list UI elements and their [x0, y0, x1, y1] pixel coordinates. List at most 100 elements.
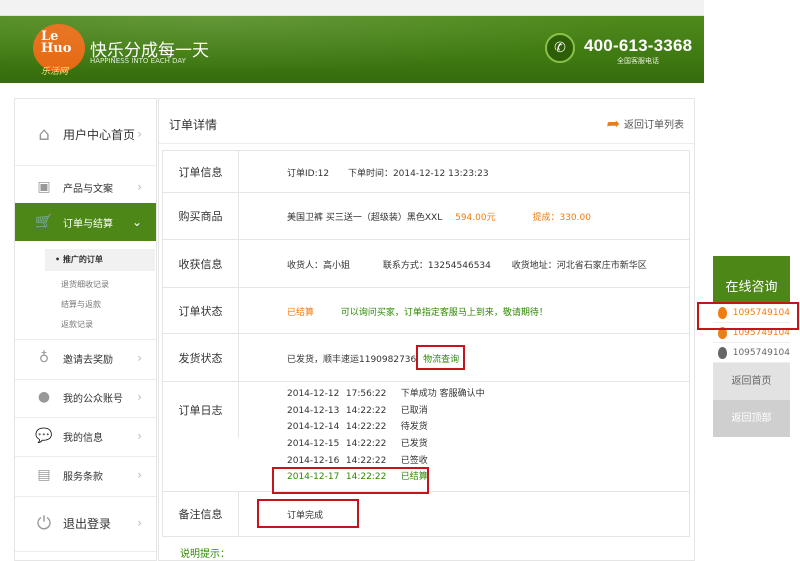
- status-note: 可以询问买家，订单指定客服马上到来，敬请期待！: [340, 308, 548, 318]
- log-entry: 2014-12-14 14:22:22 待发货: [287, 419, 485, 436]
- sidebar-item-label: 退出登录: [63, 516, 112, 531]
- hotline-caption: 全国客服电话: [617, 57, 659, 65]
- row-label: 订单信息: [163, 151, 239, 192]
- row-remark: 备注信息 订单完成: [163, 492, 689, 536]
- cart-icon: 🛒: [35, 214, 53, 230]
- goods-content: 美国卫裤 买三送一（超级装）黑色XXL 594.00元 提成：330.00: [287, 210, 591, 223]
- user-icon: ●: [37, 389, 51, 405]
- log-time: 14:22:22: [345, 439, 387, 450]
- log-date: 2014-12-12: [287, 389, 340, 399]
- order-info-content: 订单ID:12 下单时间：2014-12-12 13:23:23: [287, 166, 489, 179]
- sidebar-item-label: 用户中心首页: [63, 127, 136, 142]
- slogan-english: HAPPINESS INTO EACH DAY: [90, 57, 186, 65]
- chevron-down-icon: ⌄: [131, 215, 142, 229]
- site-header: Le Huo 乐活网 快乐分成每一天 HAPPINESS INTO EACH D…: [0, 16, 704, 83]
- sidebar-subitem-rebates[interactable]: 返款记录: [61, 319, 151, 330]
- status-content: 已结算 可以询问买家，订单指定客服马上到来，敬请期待！: [287, 305, 548, 318]
- sidebar-item-orders[interactable]: 🛒 订单与结算 ⌄: [15, 203, 156, 241]
- back-to-order-list-link[interactable]: ➦ 返回订单列表: [606, 113, 684, 133]
- row-label: 购买商品: [163, 193, 239, 239]
- back-to-home-button[interactable]: 返回首页: [713, 363, 790, 400]
- page-title: 订单详情: [169, 118, 218, 132]
- row-order-status: 订单状态 已结算 可以询问买家，订单指定客服马上到来，敬请期待！: [163, 288, 689, 334]
- sidebar-item-label: 订单与结算: [63, 218, 113, 230]
- divider: [15, 551, 156, 552]
- log-time: 17:56:22: [345, 389, 387, 399]
- goods-commission: 提成：330.00: [532, 213, 591, 223]
- receiver-contact: 联系方式：13254546534: [382, 261, 491, 271]
- chevron-right-icon: ›: [137, 390, 142, 404]
- slogan: 快乐分成每一天: [90, 41, 209, 61]
- row-goods: 购买商品 美国卫裤 买三送一（超级装）黑色XXL 594.00元 提成：330.…: [163, 193, 689, 240]
- sidebar-item-products[interactable]: ▣ 产品与文案 ›: [15, 173, 156, 201]
- chevron-right-icon: ›: [137, 468, 142, 482]
- order-id: 订单ID:12: [287, 169, 330, 179]
- chevron-right-icon: ›: [137, 516, 142, 530]
- back-link-label: 返回订单列表: [624, 120, 684, 131]
- phone-icon: ✆: [545, 33, 575, 63]
- consult-title: 在线咨询: [713, 256, 790, 303]
- sidebar-item-info[interactable]: 💬 我的信息 ›: [15, 421, 156, 451]
- top-strip: [0, 0, 704, 16]
- sidebar-item-account[interactable]: ● 我的公众账号 ›: [15, 382, 156, 412]
- row-label: 订单状态: [163, 288, 239, 333]
- chevron-right-icon: ›: [137, 429, 142, 443]
- sidebar-item-terms[interactable]: ▤ 服务条款 ›: [15, 460, 156, 490]
- sidebar-item-invite[interactable]: ♁ 邀请去奖励 ›: [15, 343, 156, 373]
- sidebar-item-label: 我的信息: [63, 432, 103, 444]
- logo[interactable]: [33, 24, 85, 72]
- sidebar-subitem-promoted-orders[interactable]: • 推广的订单: [45, 249, 155, 271]
- chat-icon: 💬: [35, 428, 53, 444]
- sidebar-item-label: 产品与文案: [63, 183, 113, 195]
- log-date: 2014-12-14: [287, 422, 340, 433]
- receiver-content: 收货人：高小姐 联系方式：13254546534 收货地址：河北省石家庄市新华区: [287, 258, 647, 271]
- sidebar-item-home[interactable]: ⌂ 用户中心首页 ›: [15, 109, 156, 159]
- award-icon: ♁: [38, 350, 50, 366]
- online-consult-panel: 在线咨询 1095749104 1095749104 1095749104 返回…: [713, 256, 790, 437]
- highlight-box-tracking: [416, 345, 465, 370]
- row-order-info: 订单信息 订单ID:12 下单时间：2014-12-12 13:23:23: [163, 151, 689, 193]
- divider: [15, 417, 156, 418]
- power-icon: ⏻: [36, 512, 52, 534]
- logo-line1: Le: [41, 29, 59, 44]
- divider: [15, 379, 156, 380]
- sidebar-subitem-returns[interactable]: 退货细收记录: [61, 279, 151, 290]
- log-time: 14:22:22: [345, 422, 387, 433]
- home-icon: ⌂: [38, 123, 50, 145]
- goods-price: 594.00元: [455, 213, 496, 223]
- sidebar: ⌂ 用户中心首页 › ▣ 产品与文案 › 🛒 订单与结算 ⌄ • 推广的订单 退…: [14, 98, 157, 561]
- back-to-top-button[interactable]: 返回顶部: [713, 400, 790, 437]
- logo-line2: Huo: [41, 41, 72, 56]
- row-receiver: 收获信息 收货人：高小姐 联系方式：13254546534 收货地址：河北省石家…: [163, 240, 689, 288]
- row-label: 订单日志: [163, 382, 239, 438]
- row-label: 备注信息: [163, 492, 239, 536]
- log-date: 2014-12-15: [287, 439, 340, 450]
- qq-icon: [718, 346, 727, 359]
- document-icon: ▤: [37, 467, 51, 483]
- log-status: 下单成功 客服确认中: [400, 389, 485, 399]
- goods-name[interactable]: 美国卫裤 买三送一（超级装）黑色XXL: [287, 213, 442, 223]
- sidebar-subitem-settlement[interactable]: 结算与返款: [61, 299, 151, 310]
- chevron-right-icon: ›: [137, 127, 142, 141]
- row-label: 收获信息: [163, 240, 239, 287]
- highlight-box-log: [272, 467, 429, 494]
- log-status: 待发货: [400, 422, 428, 433]
- status-badge: 已结算: [287, 308, 315, 318]
- log-time: 14:22:22: [345, 405, 387, 416]
- qq-number: 1095749104: [732, 347, 790, 358]
- highlight-box-qq: [697, 302, 799, 330]
- receiver-address: 收货地址：河北省石家庄市新华区: [511, 261, 647, 271]
- sidebar-item-label: 邀请去奖励: [63, 354, 113, 366]
- qq-contact[interactable]: 1095749104: [713, 343, 790, 363]
- log-status: 已取消: [400, 405, 428, 416]
- chevron-right-icon: ›: [137, 180, 142, 194]
- log-entry: 2014-12-15 14:22:22 已发货: [287, 436, 485, 453]
- hint-label: 说明提示：: [180, 549, 230, 560]
- log-entry: 2014-12-12 17:56:22 下单成功 客服确认中: [287, 386, 485, 403]
- sidebar-item-logout[interactable]: ⏻ 退出登录 ›: [15, 501, 156, 545]
- logo-subtitle: 乐活网: [41, 67, 69, 77]
- row-label: 发货状态: [163, 334, 239, 381]
- back-arrow-icon: ➦: [606, 113, 620, 133]
- shipping-status: 已发货，顺丰速运1190982736: [287, 355, 417, 365]
- log-status: 已发货: [400, 439, 428, 450]
